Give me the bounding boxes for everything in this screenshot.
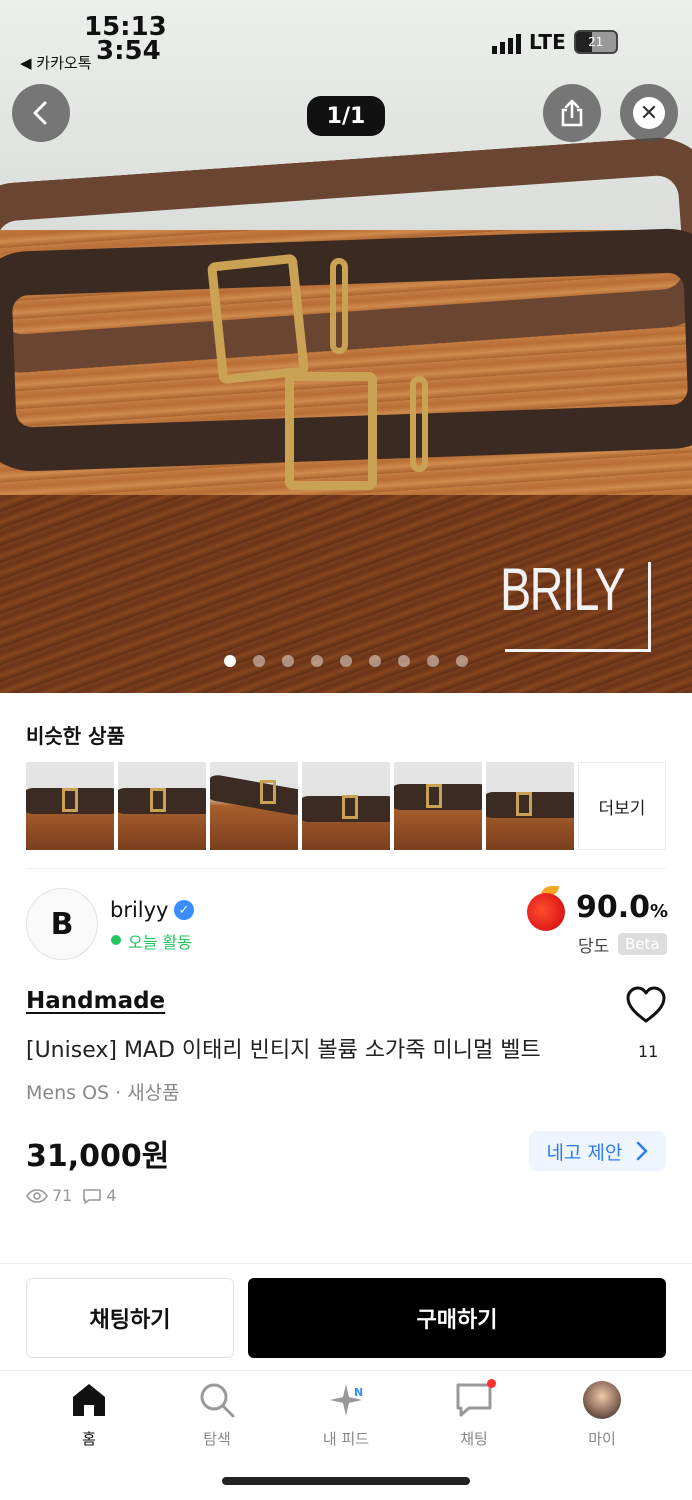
similar-products-title: 비슷한 상품 (26, 724, 125, 748)
chat-count-icon (83, 1188, 102, 1204)
verified-badge-icon: ✓ (174, 900, 194, 920)
chat-unread-dot (487, 1379, 496, 1388)
share-button[interactable] (543, 84, 601, 142)
pagination-dot (456, 655, 468, 667)
divider (0, 1370, 692, 1371)
sweetness-unit: % (650, 901, 669, 922)
divider (26, 868, 666, 869)
sweetness-score[interactable]: 90.0% (576, 890, 668, 925)
similar-product-thumb[interactable] (302, 762, 390, 850)
watermark-frame (648, 562, 651, 652)
product-meta: Mens OS · 새상품 (26, 1082, 180, 1104)
nav-item-chat[interactable]: 채팅 (426, 1379, 522, 1449)
pagination-dot (253, 655, 265, 667)
like-count: 11 (638, 1042, 659, 1061)
buckle (285, 372, 377, 490)
chevron-left-icon (33, 101, 47, 125)
home-icon (69, 1380, 109, 1420)
seller-activity: 오늘 활동 (128, 933, 192, 952)
search-icon (197, 1380, 237, 1420)
close-button[interactable]: ✕ (620, 84, 678, 142)
similar-product-thumb[interactable] (210, 762, 298, 850)
belt-keeper (330, 258, 348, 354)
sweetness-label: 당도 (578, 937, 610, 957)
pagination-dot (282, 655, 294, 667)
online-status-icon (111, 935, 121, 945)
similar-products-list: 더보기 (26, 762, 666, 850)
more-similar-button[interactable]: 더보기 (578, 762, 666, 850)
product-stats: 71 4 (26, 1186, 117, 1205)
nav-label: 마이 (588, 1430, 616, 1448)
chat-button[interactable]: 채팅하기 (26, 1278, 234, 1358)
feed-new-badge: N (354, 1386, 364, 1399)
nav-label: 채팅 (460, 1430, 488, 1448)
pagination-dot (311, 655, 323, 667)
nav-label: 내 피드 (322, 1430, 370, 1448)
seller-name[interactable]: brilyy (110, 898, 169, 922)
sweetness-value: 90.0 (576, 890, 651, 925)
nav-label: 홈 (82, 1430, 96, 1448)
seller-avatar[interactable]: B (26, 888, 98, 960)
battery-icon: 21 (573, 30, 618, 54)
similar-product-thumb[interactable] (118, 762, 206, 850)
nav-item-home[interactable]: 홈 (41, 1380, 137, 1449)
back-button[interactable] (12, 84, 70, 142)
beta-badge: Beta (618, 933, 667, 955)
buy-button[interactable]: 구매하기 (248, 1278, 666, 1358)
offer-button[interactable]: 네고 제안 (529, 1131, 666, 1171)
eye-icon (26, 1188, 48, 1203)
back-to-app-link[interactable]: ◀ 카카오톡 (20, 52, 92, 73)
close-icon: ✕ (633, 97, 665, 129)
similar-product-thumb[interactable] (26, 762, 114, 850)
pagination-dot (224, 655, 236, 667)
profile-icon (582, 1380, 622, 1420)
home-indicator (222, 1477, 470, 1485)
pagination-dot (398, 655, 410, 667)
offer-label: 네고 제안 (546, 1141, 623, 1164)
chat-count: 4 (106, 1186, 117, 1205)
share-icon (561, 99, 583, 127)
nav-item-feed[interactable]: N 내 피드 (298, 1380, 394, 1449)
status-icons: LTE 21 (492, 30, 618, 54)
product-title: [Unisex] MAD 이태리 빈티지 볼륨 소가죽 미니멀 벨트 (26, 1038, 541, 1063)
product-price: 31,000원 (26, 1139, 170, 1174)
buckle (206, 253, 310, 385)
pagination-dot (340, 655, 352, 667)
network-label: LTE (529, 30, 566, 54)
image-pagination-dots (224, 655, 468, 667)
nav-item-explore[interactable]: 탐색 (169, 1380, 265, 1449)
chevron-right-icon (637, 1141, 648, 1161)
nav-label: 탐색 (203, 1430, 231, 1448)
sweetness-fruit-icon (527, 893, 565, 931)
similar-product-thumb[interactable] (486, 762, 574, 850)
view-count: 71 (52, 1186, 73, 1205)
belt-keeper (410, 376, 428, 472)
image-counter: 1/1 (307, 96, 385, 136)
signal-icon (492, 34, 521, 54)
pagination-dot (369, 655, 381, 667)
brand-watermark: BRILY (500, 556, 626, 623)
watermark-frame (505, 649, 651, 652)
nav-item-my[interactable]: 마이 (554, 1380, 650, 1449)
similar-product-thumb[interactable] (394, 762, 482, 850)
bottom-nav: 홈 탐색 N 내 피드 채팅 마이 (0, 1379, 692, 1450)
divider (0, 1263, 692, 1264)
pagination-dot (427, 655, 439, 667)
product-tag[interactable]: Handmade (26, 988, 165, 1014)
heart-icon[interactable] (625, 985, 667, 1025)
status-time-overlay: 3:54 (96, 36, 161, 66)
